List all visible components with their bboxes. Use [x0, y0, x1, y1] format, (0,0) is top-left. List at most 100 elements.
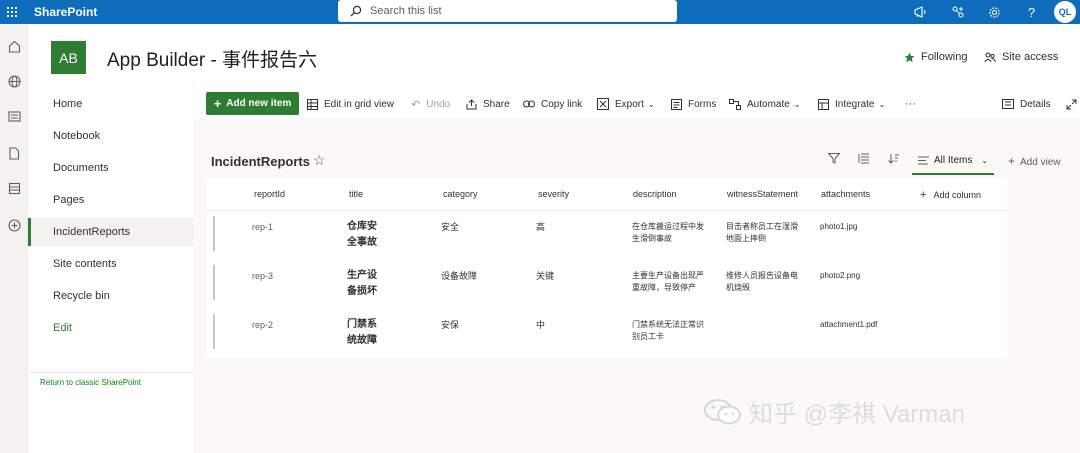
row-selector[interactable]	[213, 216, 215, 251]
star-filled-icon	[904, 52, 915, 62]
command-bar: + Add new item Edit in grid view ↶ Undo …	[194, 90, 1080, 118]
nav-divider	[28, 372, 194, 373]
export-button[interactable]: Export ⌄	[597, 90, 655, 118]
cell-reportid: rep-3	[252, 271, 274, 281]
nav-item-notebook[interactable]: Notebook	[28, 122, 194, 150]
table-row[interactable]: rep-1 仓库安 全事故 安全 高 在仓库搬运过程中发 生滑倒事故 目击者称员…	[206, 216, 1007, 263]
cell-description-line1: 门禁系统无法正常识	[632, 320, 704, 329]
search-icon	[350, 5, 362, 17]
create-icon[interactable]	[4, 215, 24, 235]
excel-icon	[597, 98, 609, 110]
globe-icon[interactable]	[4, 71, 24, 91]
search-box[interactable]: Search this list	[338, 0, 677, 22]
forms-icon	[671, 98, 682, 110]
cell-title-line2[interactable]: 全事故	[347, 235, 377, 251]
cell-title-line1[interactable]: 生产设	[347, 268, 377, 284]
following-button[interactable]: Following	[904, 51, 967, 63]
cell-attachments: photo1.jpg	[820, 222, 858, 231]
list-title[interactable]: IncidentReports	[211, 154, 310, 169]
copy-link-button[interactable]: Copy link	[523, 90, 582, 118]
add-column-label: Add column	[933, 190, 981, 200]
automate-button[interactable]: Automate ⌄	[729, 90, 801, 118]
home-icon[interactable]	[4, 36, 24, 56]
site-logo[interactable]: AB	[51, 41, 86, 74]
column-header-description[interactable]: description	[633, 189, 677, 199]
nav-item-incidentreports[interactable]: IncidentReports	[28, 218, 194, 246]
plus-icon: +	[1008, 154, 1016, 168]
column-header-severity[interactable]: severity	[538, 189, 569, 199]
favorite-star-icon[interactable]: ☆	[313, 152, 326, 169]
cell-attachments: attachment1.pdf	[820, 320, 878, 329]
list-header: IncidentReports ☆ All Items ⌄ + Add view	[194, 145, 1080, 175]
file-icon[interactable]	[4, 143, 24, 163]
news-icon[interactable]	[4, 106, 24, 126]
nav-item-site-contents[interactable]: Site contents	[28, 250, 194, 278]
column-header-witnessstatement[interactable]: witnessStatement	[727, 189, 798, 199]
gear-icon[interactable]	[976, 0, 1013, 24]
nav-item-pages[interactable]: Pages	[28, 186, 194, 214]
nav-edit-link[interactable]: Edit	[28, 314, 194, 342]
cell-description-line2: 生滑倒事故	[632, 234, 672, 243]
integrate-icon	[818, 98, 829, 110]
details-pane-icon	[1002, 99, 1014, 109]
integrate-button[interactable]: Integrate ⌄	[818, 90, 885, 118]
cell-category: 安全	[441, 222, 460, 232]
app-launcher-icon[interactable]	[0, 0, 24, 24]
share-network-icon[interactable]	[939, 0, 976, 24]
cell-title-line1[interactable]: 仓库安	[347, 219, 377, 235]
cell-title-line2[interactable]: 统故障	[347, 333, 377, 349]
add-new-item-label: Add new item	[226, 98, 292, 109]
user-avatar[interactable]: QL	[1054, 1, 1076, 23]
cell-title-line2[interactable]: 备损坏	[347, 284, 377, 300]
expand-icon[interactable]	[1066, 90, 1077, 118]
share-button[interactable]: Share	[466, 90, 510, 118]
edit-grid-view-button[interactable]: Edit in grid view	[307, 90, 394, 118]
table-row[interactable]: rep-2 门禁系 统故障 安保 中 门禁系统无法正常识 别员工卡 attach…	[206, 314, 1007, 361]
more-commands-button[interactable]: ···	[905, 90, 916, 118]
column-header-category[interactable]: category	[443, 189, 478, 199]
plus-icon: +	[920, 189, 927, 201]
add-new-item-button[interactable]: + Add new item	[206, 92, 299, 115]
cell-description-line2: 别员工卡	[632, 332, 664, 341]
forms-button[interactable]: Forms	[671, 90, 716, 118]
chevron-down-icon: ⌄	[793, 99, 801, 109]
brand-name[interactable]: SharePoint	[34, 5, 97, 19]
left-navigation: Home Notebook Documents Pages IncidentRe…	[28, 90, 194, 453]
view-switcher[interactable]: All Items ⌄	[912, 148, 994, 175]
header-divider	[206, 210, 1007, 211]
help-icon[interactable]: ?	[1013, 0, 1050, 24]
site-title[interactable]: App Builder - 事件报告六	[107, 45, 317, 72]
cell-severity: 中	[536, 320, 546, 330]
site-access-button[interactable]: Site access	[984, 51, 1058, 63]
group-by-icon[interactable]	[858, 153, 870, 167]
filter-icon[interactable]	[827, 153, 841, 167]
row-selector[interactable]	[213, 314, 215, 349]
view-list-icon	[918, 156, 929, 165]
undo-button[interactable]: ↶ Undo	[411, 90, 450, 118]
flow-icon	[729, 98, 741, 110]
nav-item-recycle-bin[interactable]: Recycle bin	[28, 282, 194, 310]
megaphone-icon[interactable]	[902, 0, 939, 24]
cell-severity: 关键	[536, 271, 555, 281]
column-header-reportid[interactable]: reportId	[254, 189, 285, 199]
table-row[interactable]: rep-3 生产设 备损坏 设备故障 关键 主要生产设备出现严 重故障，导致停产…	[206, 265, 1007, 312]
nav-item-documents[interactable]: Documents	[28, 154, 194, 182]
cell-title-line1[interactable]: 门禁系	[347, 317, 377, 333]
app-bar	[0, 24, 28, 453]
row-selector[interactable]	[213, 265, 215, 300]
column-header-attachments[interactable]: attachments	[821, 189, 870, 199]
add-view-button[interactable]: + Add view	[1008, 154, 1061, 168]
column-header-title[interactable]: title	[349, 189, 363, 199]
details-button[interactable]: Details	[1002, 90, 1051, 118]
chevron-down-icon: ⌄	[647, 99, 655, 109]
sort-icon[interactable]	[888, 153, 900, 167]
return-classic-link[interactable]: Return to classic SharePoint	[40, 378, 141, 387]
list-icon[interactable]	[4, 178, 24, 198]
undo-icon: ↶	[411, 98, 421, 111]
details-label: Details	[1020, 98, 1051, 110]
nav-item-home[interactable]: Home	[28, 90, 194, 118]
add-column-button[interactable]: + Add column	[920, 189, 981, 201]
cell-description-line1: 在仓库搬运过程中发	[632, 222, 704, 231]
cell-description-line2: 重故障，导致停产	[632, 283, 696, 292]
chevron-down-icon: ⌄	[878, 99, 886, 109]
